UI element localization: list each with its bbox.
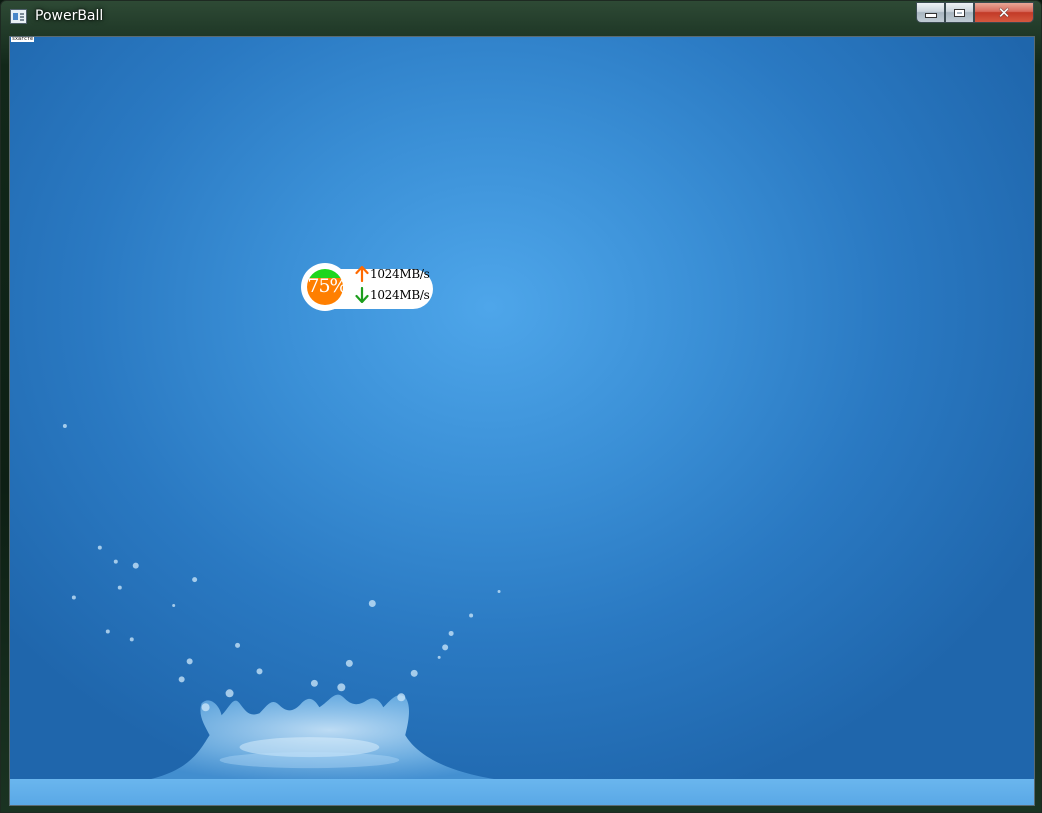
window-title: PowerBall (35, 8, 104, 24)
water-splash-decoration (62, 423, 529, 784)
arrow-down-icon (355, 287, 369, 303)
download-speed: 1024MB/s (370, 288, 430, 302)
maximize-button[interactable] (945, 2, 974, 23)
minimize-icon (924, 13, 937, 18)
caption-buttons: ✕ (916, 2, 1034, 24)
powerball-window: PowerBall ✕ sxarcfe 75% 1024MB/s 1024MB/… (0, 0, 1042, 813)
download-speed-row: 1024MB/s (355, 286, 430, 304)
arrow-up-icon (355, 266, 369, 282)
water-surface (10, 779, 1034, 805)
maximize-icon (954, 8, 965, 17)
upload-speed-row: 1024MB/s (355, 265, 430, 283)
corner-label: sxarcfe (11, 36, 35, 42)
powerball-widget[interactable]: 75% 1024MB/s 1024MB/s (301, 263, 437, 313)
client-area: sxarcfe 75% 1024MB/s 1024MB/s (9, 36, 1035, 806)
upload-speed: 1024MB/s (370, 267, 430, 281)
usage-percent: 75% (307, 275, 347, 297)
title-bar[interactable]: PowerBall ✕ (1, 1, 1041, 33)
splash-crown (129, 694, 529, 784)
close-button[interactable]: ✕ (974, 2, 1034, 23)
app-window-icon[interactable] (10, 9, 27, 24)
splash-droplets (62, 423, 501, 712)
minimize-button[interactable] (916, 2, 945, 23)
close-icon: ✕ (997, 3, 1011, 22)
